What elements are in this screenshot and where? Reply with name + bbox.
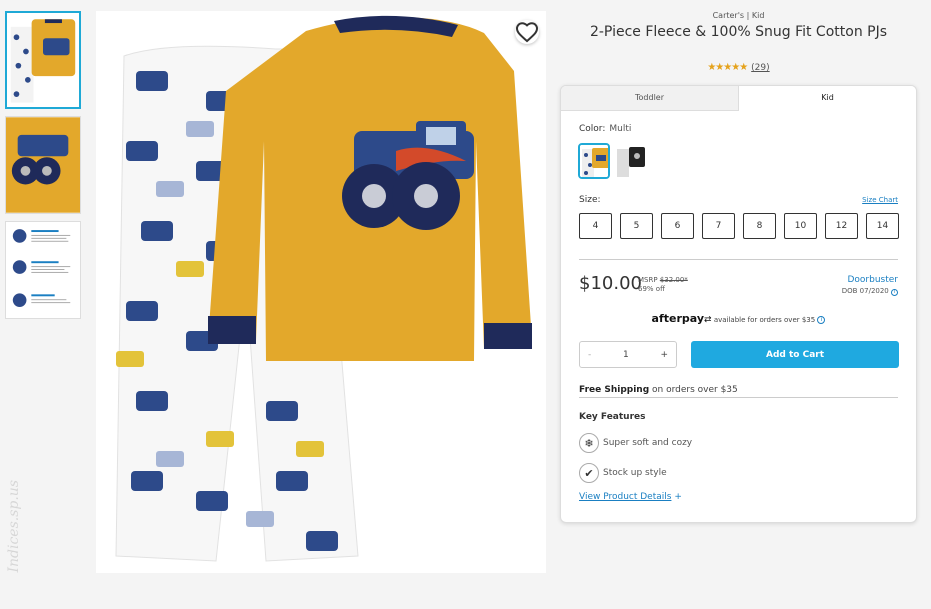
rating[interactable]: ★★★★★ (29) [560,62,917,73]
product-image [96,11,546,573]
feature-item: ✔ Stock up style [579,463,667,483]
divider [579,397,898,398]
size-option-7[interactable]: 7 [702,213,735,239]
info-icon[interactable]: i [891,289,898,296]
pajama-illustration [96,11,546,573]
key-features-title: Key Features [579,412,646,422]
favorite-button[interactable] [515,20,539,44]
afterpay-info-icon[interactable]: i [817,316,826,324]
promo-date: DOB 07/2020 i [842,287,898,296]
product-title: 2-Piece Fleece & 100% Snug Fit Cotton PJ… [589,24,888,40]
size-option-8[interactable]: 8 [743,213,776,239]
monster-truck-graphic [342,121,474,230]
star-rating-icon: ★★★★★ [707,62,748,73]
afterpay-banner: afterpay⇄ available for orders over $35 … [561,312,916,325]
afterpay-text: available for orders over $35 [713,316,816,324]
msrp-label: MSRP [638,276,658,284]
free-shipping-label: Free Shipping [579,385,650,395]
afterpay-logo: afterpay [651,312,705,325]
color-selector-label: Color: Multi [579,124,631,134]
purchase-card: Toddler Kid Color: Multi Size: Size Chart… [560,85,917,523]
color-label: Color: [579,124,606,134]
size-options: 4 5 6 7 8 10 12 14 [579,213,899,239]
thumbnail-1[interactable] [5,11,81,109]
quantity-increase-button[interactable]: + [660,350,668,360]
size-option-5[interactable]: 5 [620,213,653,239]
tab-kid[interactable]: Kid [739,86,916,111]
size-option-4[interactable]: 4 [579,213,612,239]
snowflake-icon: ❄ [579,433,599,453]
size-option-10[interactable]: 10 [784,213,817,239]
feature-item: ❄ Super soft and cozy [579,433,692,453]
watermark: Indices.sp.us [6,480,22,573]
swatch-black[interactable] [615,143,647,179]
color-value: Multi [609,124,632,134]
check-icon: ✔ [579,463,599,483]
msrp-value: $32.00* [659,276,688,284]
size-option-14[interactable]: 14 [866,213,899,239]
product-page: Carter's | Kid 2-Piece Fleece & 100% Snu… [0,0,931,609]
swatch-multi[interactable] [578,143,610,179]
heart-icon [515,22,539,43]
doorbuster-label: Doorbuster [847,275,898,285]
add-to-cart-button[interactable]: Add to Cart [691,341,899,368]
sale-price: $10.00 [579,273,642,294]
afterpay-arrow-icon: ⇄ [704,315,712,325]
discount-label: 69% off [638,285,665,293]
size-chart-link[interactable]: Size Chart [862,196,898,204]
feature-label: Super soft and cozy [603,438,693,448]
review-count-link[interactable]: (29) [751,63,769,73]
quantity-value[interactable]: 1 [623,350,629,360]
view-details-text[interactable]: View Product Details [579,492,671,502]
thumbnail-3[interactable] [5,221,81,319]
size-label: Size: [579,195,601,205]
size-option-6[interactable]: 6 [661,213,694,239]
shipping-threshold: on orders over $35 [652,385,738,395]
plus-icon[interactable]: + [674,492,682,502]
size-range-tabs: Toddler Kid [561,86,916,111]
tab-toddler[interactable]: Toddler [561,86,739,111]
thumbnail-2[interactable] [5,116,81,214]
brand-label[interactable]: Carter's | Kid [560,11,917,20]
size-option-12[interactable]: 12 [825,213,858,239]
feature-label: Stock up style [603,468,667,478]
promo-date-text: DOB 07/2020 [841,287,889,295]
color-swatches [578,143,647,179]
thumbnail-list [5,11,83,326]
quantity-stepper: - 1 + [579,341,677,368]
view-product-details-link[interactable]: View Product Details + [579,492,682,502]
shipping-info: Free Shipping on orders over $35 [579,385,738,395]
msrp-block: MSRP $32.00* 69% off [638,276,688,294]
quantity-decrease-button[interactable]: - [588,350,591,360]
divider [579,259,898,260]
